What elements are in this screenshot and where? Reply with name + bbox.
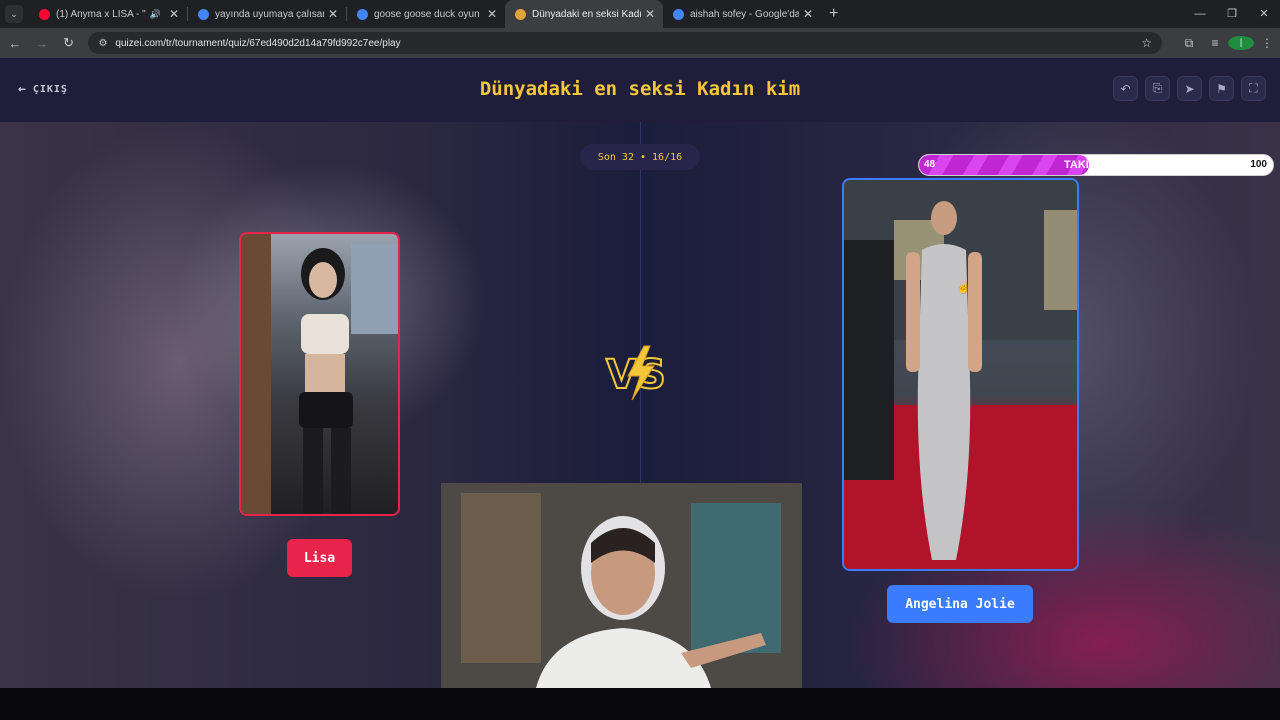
profile-avatar[interactable]: I: [1228, 36, 1255, 50]
tab-title: aishah sofey - Google'da Ara: [690, 8, 799, 20]
tab-favicon-icon: [515, 8, 526, 20]
tab-close-icon[interactable]: ✕: [169, 7, 179, 21]
new-tab-icon[interactable]: +: [829, 5, 838, 23]
left-photo-art: [241, 234, 398, 514]
send-icon[interactable]: ➤: [1177, 76, 1202, 101]
window-controls: — ❐ ✕: [1184, 0, 1280, 28]
forward-icon[interactable]: →: [30, 36, 54, 51]
followers-current: 48: [924, 159, 936, 170]
tab-favicon-icon: [357, 8, 368, 20]
extensions-icon[interactable]: ⧉: [1176, 36, 1202, 51]
menu-icon[interactable]: ⋮: [1254, 36, 1280, 50]
webcam-overlay: [441, 483, 802, 688]
tab-close-icon[interactable]: ✕: [645, 7, 655, 21]
header-actions: ↶ ⎘ ➤ ⚑ ⛶: [1113, 76, 1266, 101]
vs-icon: VS: [604, 342, 676, 409]
right-contestant-photo[interactable]: [842, 178, 1079, 571]
tab-search-icon[interactable]: ⌄: [5, 5, 23, 23]
browser-tab[interactable]: Dünyadaki en seksi Kadın kim ✕: [505, 0, 663, 28]
tab-favicon-icon: [39, 8, 50, 20]
mouse-cursor-icon: ☝: [956, 280, 971, 294]
browser-tab[interactable]: aishah sofey - Google'da Ara ✕: [663, 0, 821, 28]
browser-tab[interactable]: goose goose duck oyun nasıl - ✕: [347, 0, 505, 28]
tab-title: (1) Anyma x LISA - "Bad An: [56, 8, 146, 20]
bookmark-star-icon[interactable]: ☆: [1141, 36, 1152, 50]
address-bar[interactable]: ⚙ quizei.com/tr/tournament/quiz/67ed490d…: [88, 32, 1163, 54]
right-contestant-button[interactable]: Angelina Jolie: [887, 585, 1033, 623]
fullscreen-icon[interactable]: ⛶: [1241, 76, 1266, 101]
tab-close-icon[interactable]: ✕: [803, 7, 813, 21]
close-window-icon[interactable]: ✕: [1248, 0, 1280, 28]
quiz-page: ← ÇIKIŞ Dünyadaki en seksi Kadın kim ↶ ⎘…: [0, 58, 1280, 688]
right-photo-art: [844, 180, 1077, 569]
tab-title: yayında uyumaya çalısan kadın: [215, 8, 324, 20]
round-badge: Son 32 • 16/16: [580, 144, 700, 170]
followers-progress: 48 TAKİPÇİLER 100: [918, 154, 1274, 176]
browser-tab[interactable]: (1) Anyma x LISA - "Bad An 🔊 ✕: [29, 0, 187, 28]
tab-audio-icon[interactable]: 🔊: [150, 9, 161, 20]
page-title: Dünyadaki en seksi Kadın kim: [479, 78, 801, 100]
left-contestant-photo[interactable]: [239, 232, 400, 516]
media-controls-icon[interactable]: ≡: [1202, 36, 1228, 50]
screen: ⌄ (1) Anyma x LISA - "Bad An🔊✕yayında uy…: [0, 0, 1280, 720]
browser-toolbar: ← → ↻ ⚙ quizei.com/tr/tournament/quiz/67…: [0, 28, 1280, 58]
undo-icon[interactable]: ↶: [1113, 76, 1138, 101]
restore-icon[interactable]: ❐: [1216, 0, 1248, 28]
bottom-letterbox: [0, 688, 1280, 720]
reload-icon[interactable]: ↻: [57, 35, 81, 51]
tab-title: goose goose duck oyun nasıl -: [374, 8, 483, 20]
share-icon[interactable]: ⎘: [1145, 76, 1170, 101]
webcam-art: [441, 483, 802, 688]
match-stage: Son 32 • 16/16 Lisa V: [0, 122, 1280, 688]
followers-max: 100: [1250, 159, 1267, 170]
url-text[interactable]: quizei.com/tr/tournament/quiz/67ed490d2d…: [115, 38, 1141, 49]
site-info-icon[interactable]: ⚙: [98, 38, 107, 49]
minimize-icon[interactable]: —: [1184, 0, 1216, 28]
followers-label: TAKİPÇİLER: [1064, 159, 1130, 171]
browser-tab[interactable]: yayında uyumaya çalısan kadın ✕: [188, 0, 346, 28]
tab-favicon-icon: [673, 8, 684, 20]
tab-close-icon[interactable]: ✕: [328, 7, 338, 21]
tab-strip: ⌄ (1) Anyma x LISA - "Bad An🔊✕yayında uy…: [0, 0, 1280, 28]
quiz-header: ← ÇIKIŞ Dünyadaki en seksi Kadın kim ↶ ⎘…: [0, 58, 1280, 122]
left-contestant-button[interactable]: Lisa: [287, 539, 352, 577]
flag-icon[interactable]: ⚑: [1209, 76, 1234, 101]
tab-favicon-icon: [198, 8, 209, 20]
back-icon[interactable]: ←: [3, 36, 27, 51]
tab-close-icon[interactable]: ✕: [487, 7, 497, 21]
tab-title: Dünyadaki en seksi Kadın kim: [532, 8, 641, 20]
